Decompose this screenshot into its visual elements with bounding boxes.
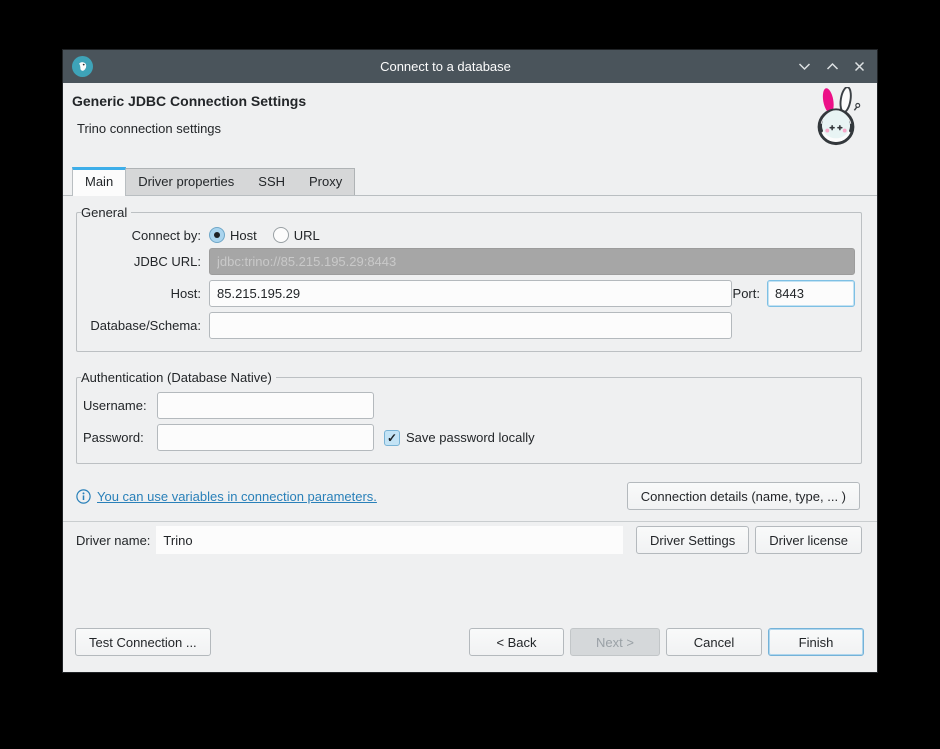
username-label: Username: [83,398,155,413]
connect-by-host-label[interactable]: Host [230,228,257,243]
port-input[interactable] [767,280,855,307]
driver-license-button[interactable]: Driver license [755,526,862,554]
database-schema-input[interactable] [209,312,732,339]
connect-by-row: Connect by: Host URL [83,227,855,243]
window-title: Connect to a database [93,59,798,74]
host-input[interactable] [209,280,732,307]
hint-row: You can use variables in connection para… [76,482,860,510]
jdbc-url-row: JDBC URL: [83,248,855,275]
authentication-group-label: Authentication (Database Native) [81,370,276,385]
close-icon[interactable] [854,61,865,72]
connect-by-url-radio[interactable] [273,227,289,243]
tab-driver-properties[interactable]: Driver properties [126,169,246,195]
username-row: Username: [83,392,855,419]
back-button[interactable]: < Back [469,628,564,656]
test-connection-button[interactable]: Test Connection ... [75,628,211,656]
connect-by-host-radio[interactable] [209,227,225,243]
driver-name-value: Trino [163,533,192,548]
save-password-label[interactable]: Save password locally [406,430,535,445]
database-row: Database/Schema: [83,312,855,339]
password-row: Password: ✓ Save password locally [83,424,855,451]
authentication-group: Authentication (Database Native) Usernam… [76,370,862,464]
driver-settings-button[interactable]: Driver Settings [636,526,749,554]
host-label: Host: [83,286,201,301]
dialog-footer: Test Connection ... < Back Next > Cancel… [63,628,877,672]
driver-name-field: Trino [156,526,623,554]
variables-link[interactable]: You can use variables in connection para… [97,489,377,504]
password-label: Password: [83,430,155,445]
minimize-icon[interactable] [798,62,811,71]
tab-ssh[interactable]: SSH [246,169,297,195]
driver-name-label: Driver name: [76,533,150,548]
connect-by-url-label[interactable]: URL [294,228,320,243]
tab-proxy[interactable]: Proxy [297,169,354,195]
password-input[interactable] [157,424,374,451]
maximize-icon[interactable] [826,62,839,71]
page-title: Generic JDBC Connection Settings [72,93,863,109]
connect-database-dialog: Connect to a database Generic JDBC Conne… [63,50,877,672]
dialog-header: Generic JDBC Connection Settings Trino c… [63,83,877,167]
driver-row: Driver name: Trino Driver Settings Drive… [63,522,877,554]
general-group-label: General [81,205,131,220]
host-row: Host: Port: [83,280,855,307]
titlebar: Connect to a database [63,50,877,83]
tab-bar: Main Driver properties SSH Proxy [63,167,877,196]
dbeaver-app-icon [72,56,93,77]
jdbc-url-label: JDBC URL: [83,254,201,269]
database-schema-label: Database/Schema: [83,318,201,333]
jdbc-url-input [209,248,855,275]
tab-main[interactable]: Main [72,167,126,196]
general-group: General Connect by: Host URL JDBC URL: H… [76,205,862,352]
connect-by-label: Connect by: [83,228,201,243]
connection-details-button[interactable]: Connection details (name, type, ... ) [627,482,860,510]
cancel-button[interactable]: Cancel [666,628,762,656]
finish-button[interactable]: Finish [768,628,864,656]
info-icon [76,489,91,504]
username-input[interactable] [157,392,374,419]
next-button: Next > [570,628,660,656]
save-password-checkbox[interactable]: ✓ [384,430,400,446]
page-subtitle: Trino connection settings [77,121,863,136]
port-label: Port: [733,286,760,301]
trino-bunny-logo [807,87,865,152]
